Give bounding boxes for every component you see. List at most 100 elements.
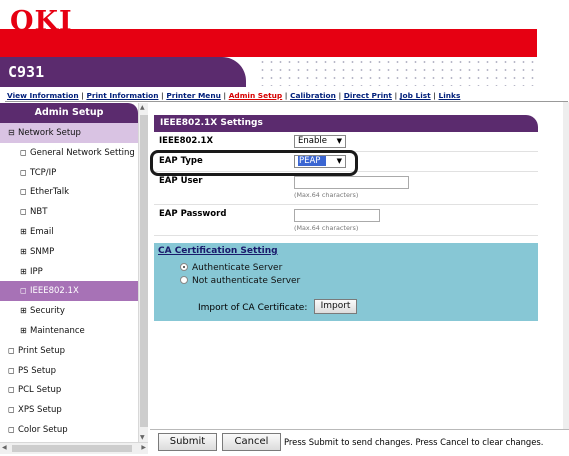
- radio-selected-icon[interactable]: [180, 263, 188, 271]
- sidebar-item-xps-setup[interactable]: ◻ XPS Setup: [0, 400, 138, 420]
- settings-table: IEEE802.1X Enable ▼ EAP Type PEAP ▼ EAP Us…: [154, 132, 538, 236]
- expand-icon: ⊞: [20, 266, 27, 276]
- nav-view-information[interactable]: View Information: [7, 91, 79, 100]
- sidebar-header: Admin Setup: [0, 103, 138, 123]
- nav-links[interactable]: Links: [439, 91, 461, 100]
- sidebar-item-label: TCP/IP: [30, 167, 57, 178]
- bullet-icon: ◻: [20, 207, 27, 217]
- sidebar-item-label: General Network Setting: [30, 147, 135, 158]
- main-scrollbar[interactable]: [563, 102, 569, 429]
- sidebar-item-general-network-setting[interactable]: ◻ General Network Setting: [0, 143, 138, 163]
- nav-calibration[interactable]: Calibration: [290, 91, 336, 100]
- ieee-enable-value: Enable: [298, 136, 327, 146]
- nav-separator: |: [335, 91, 344, 100]
- sidebar-item-label: Network Setup: [18, 128, 81, 138]
- scroll-left-icon[interactable]: ◀: [2, 444, 7, 451]
- nav-job-list[interactable]: Job List: [400, 91, 431, 100]
- sidebar-item-snmp[interactable]: ⊞ SNMP: [0, 242, 138, 262]
- bullet-icon: ◻: [8, 385, 15, 395]
- cancel-button[interactable]: Cancel: [222, 433, 281, 451]
- sidebar-item-tcpip[interactable]: ◻ TCP/IP: [0, 163, 138, 183]
- bullet-icon: ◻: [8, 365, 15, 375]
- eap-password-input[interactable]: [294, 209, 380, 222]
- bullet-icon: ◻: [8, 405, 15, 415]
- bullet-icon: ◻: [20, 167, 27, 177]
- nav-admin-setup[interactable]: Admin Setup: [229, 91, 283, 100]
- radio-not-authenticate-server[interactable]: Not authenticate Server: [180, 276, 300, 286]
- sidebar-item-label: Print Setup: [18, 345, 65, 356]
- sidebar-item-maintenance[interactable]: ⊞ Maintenance: [0, 321, 138, 341]
- top-navigation: View Information | Print Information | P…: [7, 91, 460, 100]
- eap-type-callout-ring: [150, 150, 358, 176]
- sidebar-item-ps-setup[interactable]: ◻ PS Setup: [0, 361, 138, 381]
- sidebar: Admin Setup ⊟ Network Setup ◻ General Netw…: [0, 103, 138, 442]
- expand-icon: ⊞: [20, 246, 27, 256]
- bullet-icon: ◻: [20, 147, 27, 157]
- import-button[interactable]: Import: [314, 299, 357, 314]
- sidebar-item-ieee8021x[interactable]: ◻ IEEE802.1X: [0, 281, 138, 302]
- printer-model: C931: [8, 63, 45, 81]
- bullet-icon: ◻: [20, 286, 27, 296]
- footer-divider: [150, 429, 569, 430]
- nav-separator: |: [282, 91, 291, 100]
- expand-icon: ⊞: [20, 226, 27, 236]
- sidebar-item-network-setup[interactable]: ⊟ Network Setup: [0, 123, 138, 143]
- sidebar-item-label: Maintenance: [30, 325, 85, 336]
- chevron-down-icon: ▼: [336, 137, 342, 145]
- sidebar-vertical-scrollbar[interactable]: ▲ ▼: [138, 103, 148, 442]
- scroll-right-icon[interactable]: ▶: [141, 444, 146, 451]
- sidebar-item-ethertalk[interactable]: ◻ EtherTalk: [0, 182, 138, 202]
- radio-label: Authenticate Server: [192, 263, 283, 273]
- nav-printer-menu[interactable]: Printer Menu: [166, 91, 221, 100]
- ieee-label: IEEE802.1X: [154, 132, 292, 152]
- sidebar-item-label: IPP: [30, 266, 43, 277]
- sidebar-item-label: Security: [30, 306, 65, 317]
- sidebar-horizontal-scrollbar[interactable]: ◀ ▶: [0, 442, 148, 454]
- eap-password-hint: (Max.64 characters): [294, 224, 359, 232]
- sidebar-item-label: NBT: [30, 207, 48, 218]
- eap-user-input[interactable]: [294, 176, 409, 189]
- brand-red-bar: [0, 29, 537, 57]
- import-label: Import of CA Certificate:: [198, 303, 308, 313]
- sidebar-item-print-setup[interactable]: ◻ Print Setup: [0, 341, 138, 361]
- sidebar-item-label: PCL Setup: [18, 385, 62, 396]
- nav-direct-print[interactable]: Direct Print: [344, 91, 392, 100]
- expand-icon: ⊞: [20, 325, 27, 335]
- expand-icon: ⊞: [20, 306, 27, 316]
- scrollbar-thumb[interactable]: [140, 115, 148, 427]
- sidebar-item-ipp[interactable]: ⊞ IPP: [0, 262, 138, 282]
- nav-separator: |: [220, 91, 229, 100]
- nav-separator: |: [430, 91, 439, 100]
- sidebar-item-label: XPS Setup: [18, 405, 62, 416]
- sidebar-item-email[interactable]: ⊞ Email: [0, 222, 138, 242]
- scroll-down-icon[interactable]: ▼: [140, 434, 145, 441]
- sidebar-item-pcl-setup[interactable]: ◻ PCL Setup: [0, 380, 138, 400]
- collapse-icon: ⊟: [8, 128, 15, 137]
- sidebar-item-label: PS Setup: [18, 365, 56, 376]
- eap-user-hint: (Max.64 characters): [294, 191, 359, 199]
- sidebar-item-label: EtherTalk: [30, 187, 70, 198]
- footer-message: Press Submit to send changes. Press Canc…: [284, 437, 544, 447]
- radio-authenticate-server[interactable]: Authenticate Server: [180, 263, 282, 273]
- eap-password-label: EAP Password: [154, 204, 292, 236]
- bullet-icon: ◻: [8, 424, 15, 434]
- panel-title: IEEE802.1X Settings: [154, 115, 538, 132]
- sidebar-item-nbt[interactable]: ◻ NBT: [0, 202, 138, 222]
- nav-separator: |: [391, 91, 400, 100]
- scroll-up-icon[interactable]: ▲: [140, 104, 145, 111]
- table-row: EAP Password (Max.64 characters): [154, 204, 538, 236]
- table-row: IEEE802.1X Enable ▼: [154, 132, 538, 152]
- radio-unselected-icon[interactable]: [180, 276, 188, 284]
- sidebar-item-color-setup[interactable]: ◻ Color Setup: [0, 420, 138, 440]
- sidebar-item-security[interactable]: ⊞ Security: [0, 301, 138, 321]
- nav-divider: [5, 101, 568, 102]
- ieee-enable-select[interactable]: Enable ▼: [294, 135, 346, 148]
- ca-title: CA Certification Setting: [158, 246, 278, 256]
- dot-pattern: [258, 58, 540, 86]
- eap-user-label: EAP User: [154, 171, 292, 205]
- submit-button[interactable]: Submit: [158, 433, 217, 451]
- sidebar-item-label: Color Setup: [18, 424, 68, 435]
- scrollbar-thumb[interactable]: [12, 445, 132, 452]
- nav-print-information[interactable]: Print Information: [86, 91, 158, 100]
- table-row: EAP User (Max.64 characters): [154, 171, 538, 205]
